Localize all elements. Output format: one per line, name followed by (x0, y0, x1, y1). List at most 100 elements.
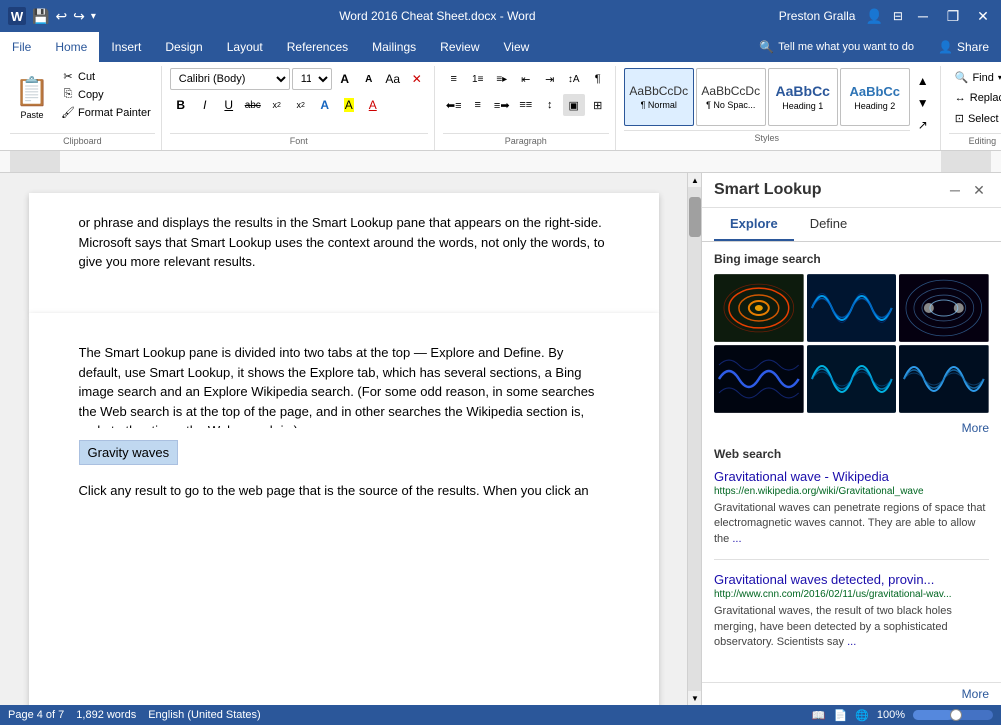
panel-collapse-button[interactable]: ─ (945, 182, 965, 199)
print-layout-icon[interactable]: 📄 (833, 709, 847, 722)
menu-insert[interactable]: Insert (99, 32, 153, 62)
web-layout-icon[interactable]: 🌐 (855, 709, 869, 722)
scroll-thumb[interactable] (689, 197, 701, 237)
justify-button[interactable]: ≡≡ (515, 94, 537, 116)
scroll-track[interactable] (688, 187, 701, 691)
superscript-button[interactable]: x2 (290, 94, 312, 116)
tab-explore[interactable]: Explore (714, 208, 794, 241)
font-color-button[interactable]: A (362, 94, 384, 116)
image-cell-4[interactable] (714, 345, 804, 413)
word-count[interactable]: 1,892 words (76, 709, 136, 721)
menu-review[interactable]: Review (428, 32, 491, 62)
qat-customize-icon[interactable]: ▾ (91, 11, 96, 22)
subscript-button[interactable]: x2 (266, 94, 288, 116)
text-highlight-button[interactable]: A (338, 94, 360, 116)
replace-label: Replace (970, 92, 1001, 104)
styles-scroll-up[interactable]: ▲ (912, 70, 934, 92)
style-no-space[interactable]: AaBbCcDc ¶ No Spac... (696, 68, 766, 126)
document-area[interactable]: or phrase and displays the results in th… (0, 173, 687, 705)
paste-label: Paste (20, 110, 43, 120)
read-mode-icon[interactable]: 📖 (812, 709, 826, 722)
copy-button[interactable]: ⎘ Copy (56, 86, 155, 103)
multilevel-list-button[interactable]: ≡▸ (491, 68, 513, 90)
image-cell-2[interactable] (807, 274, 897, 342)
select-button[interactable]: ⊡ Select ▾ (949, 109, 1001, 128)
line-spacing-button[interactable]: ↕ (539, 94, 561, 116)
undo-icon[interactable]: ↩ (55, 8, 67, 25)
grow-font-button[interactable]: A (334, 68, 356, 90)
panel-close-button[interactable]: ✕ (969, 182, 989, 199)
minimize-button[interactable]: ─ (913, 8, 933, 24)
menu-mailings[interactable]: Mailings (360, 32, 428, 62)
style-heading2[interactable]: AaBbCc Heading 2 (840, 68, 910, 126)
redo-icon[interactable]: ↪ (73, 8, 85, 25)
search-result-1-title[interactable]: Gravitational wave - Wikipedia (714, 469, 989, 484)
align-right-button[interactable]: ≡➡ (491, 94, 513, 116)
close-button[interactable]: ✕ (973, 8, 993, 25)
format-painter-button[interactable]: 🖌 Format Painter (56, 104, 155, 121)
search-bar[interactable]: 🔍 Tell me what you want to do (747, 32, 926, 62)
bold-button[interactable]: B (170, 94, 192, 116)
italic-button[interactable]: I (194, 94, 216, 116)
bullets-button[interactable]: ≡ (443, 68, 465, 90)
style-heading1[interactable]: AaBbCc Heading 1 (768, 68, 838, 126)
save-icon[interactable]: 💾 (32, 8, 49, 25)
paste-button[interactable]: 📋 Paste (10, 68, 54, 126)
page-info[interactable]: Page 4 of 7 (8, 709, 64, 721)
status-left: Page 4 of 7 1,892 words English (United … (8, 709, 261, 721)
scroll-down-button[interactable]: ▼ (688, 691, 702, 705)
underline-button[interactable]: U (218, 94, 240, 116)
more-web-link[interactable]: More (962, 687, 989, 701)
show-hide-button[interactable]: ¶ (587, 68, 609, 90)
gravity-waves-selection[interactable]: Gravity waves (79, 440, 179, 465)
restore-button[interactable]: ❐ (943, 8, 963, 25)
font-size-select[interactable]: 11 (292, 68, 332, 90)
align-left-button[interactable]: ⬅≡ (443, 94, 465, 116)
change-case-button[interactable]: Aa (382, 68, 404, 90)
scroll-up-button[interactable]: ▲ (688, 173, 702, 187)
tab-define[interactable]: Define (794, 208, 864, 241)
image-cell-5[interactable] (807, 345, 897, 413)
cut-button[interactable]: ✂ Cut (56, 68, 155, 85)
menu-references[interactable]: References (275, 32, 360, 62)
increase-indent-button[interactable]: ⇥ (539, 68, 561, 90)
search-result-2-ellipsis[interactable]: ... (847, 636, 856, 648)
decrease-indent-button[interactable]: ⇤ (515, 68, 537, 90)
window-title: Word 2016 Cheat Sheet.docx - Word (339, 9, 535, 23)
text-effects-button[interactable]: A (314, 94, 336, 116)
font-name-select[interactable]: Calibri (Body) (170, 68, 290, 90)
image-cell-3[interactable] (899, 274, 989, 342)
clear-format-button[interactable]: ✕ (406, 68, 428, 90)
strikethrough-button[interactable]: abc (242, 94, 264, 116)
image-cell-1[interactable] (714, 274, 804, 342)
find-button[interactable]: 🔍 Find ▾ (949, 68, 1001, 87)
image-cell-6[interactable] (899, 345, 989, 413)
panel-body[interactable]: Bing image search (702, 242, 1001, 682)
zoom-slider[interactable] (913, 710, 993, 720)
share-button[interactable]: 👤 Share (926, 32, 1001, 62)
replace-button[interactable]: ↔ Replace (949, 89, 1001, 107)
language[interactable]: English (United States) (148, 709, 261, 721)
menu-file[interactable]: File (0, 32, 43, 62)
zoom-slider-thumb[interactable] (950, 709, 962, 721)
more-images-link[interactable]: More (714, 421, 989, 435)
shading-button[interactable]: ▣ (563, 94, 585, 116)
style-heading2-preview: AaBbCc (849, 84, 900, 99)
styles-expand[interactable]: ↗ (912, 114, 934, 136)
styles-scroll-down[interactable]: ▼ (912, 92, 934, 114)
sort-button[interactable]: ↕A (563, 68, 585, 90)
shrink-font-button[interactable]: A (358, 68, 380, 90)
menu-home[interactable]: Home (43, 32, 99, 62)
menu-layout[interactable]: Layout (215, 32, 275, 62)
ribbon-display-icon[interactable]: ⊟ (893, 9, 903, 23)
style-normal[interactable]: AaBbCcDc ¶ Normal (624, 68, 694, 126)
search-result-2-title[interactable]: Gravitational waves detected, provin... (714, 572, 989, 587)
menu-view[interactable]: View (492, 32, 542, 62)
copy-icon: ⎘ (60, 88, 76, 101)
numbering-button[interactable]: 1≡ (467, 68, 489, 90)
align-center-button[interactable]: ≡ (467, 94, 489, 116)
search-result-1-ellipsis[interactable]: ... (732, 533, 741, 545)
borders-button[interactable]: ⊞ (587, 94, 609, 116)
profile-icon[interactable]: 👤 (865, 8, 882, 25)
menu-design[interactable]: Design (153, 32, 214, 62)
